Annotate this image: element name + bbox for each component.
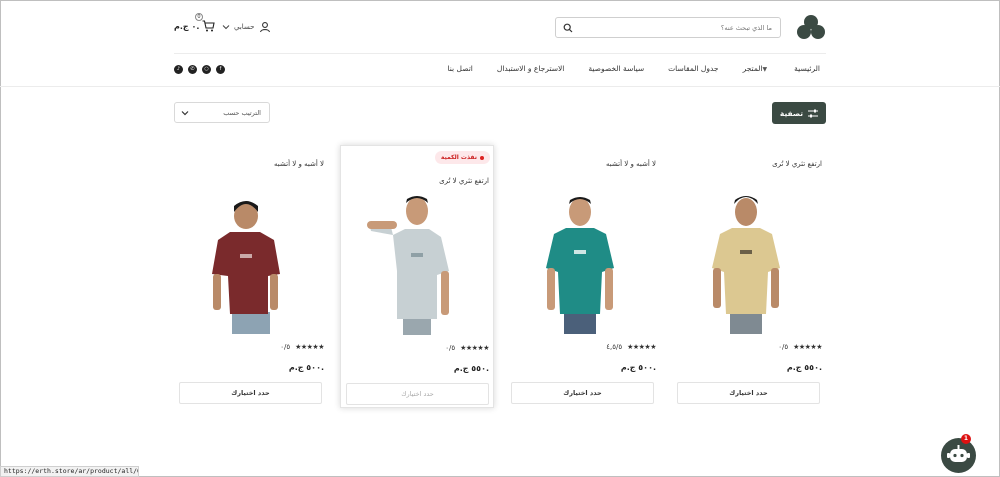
- nav-item-shop-label: المتجر: [742, 64, 763, 73]
- sort-label: الترتيب حسب: [223, 109, 261, 117]
- product-card[interactable]: ارتفع تثري لا تُرى ٠/٥ ★★★★★ ٥٥٠ ج.م. حد…: [672, 145, 826, 408]
- star-rating-icon: ★★★★★: [295, 343, 324, 351]
- product-card[interactable]: لا أشبه و لا أتشبه ٠/٥ ★★★★★ ٥٠٠ ج.م. حد…: [174, 145, 328, 408]
- product-price: ٥٠٠ ج.م.: [620, 363, 656, 372]
- product-rating: ٠/٥ ★★★★★: [778, 343, 822, 351]
- sliders-icon: [808, 109, 819, 117]
- filter-label: تصفية: [779, 108, 804, 118]
- product-image[interactable]: [196, 190, 300, 334]
- product-price: ٥٥٠ ج.م.: [453, 364, 489, 373]
- chevron-down-icon: [181, 111, 189, 116]
- brand-logo[interactable]: [796, 14, 826, 40]
- nav-divider: [0, 86, 1000, 87]
- cart-icon: [202, 20, 216, 32]
- product-title[interactable]: ارتفع تثري لا تُرى: [772, 160, 822, 168]
- social-links: ♪ ✆ ○ f: [174, 65, 225, 74]
- filter-button[interactable]: تصفية: [772, 102, 826, 124]
- product-title[interactable]: لا أشبه و لا أتشبه: [274, 160, 324, 168]
- cart-total: ٠ ج.م.: [174, 21, 200, 31]
- chat-unread-badge: 1: [961, 434, 971, 444]
- tiktok-icon[interactable]: ♪: [174, 65, 183, 74]
- account-menu[interactable]: حسابي: [222, 20, 271, 34]
- select-options-button[interactable]: حدد اختيارك: [677, 382, 820, 404]
- select-options-button[interactable]: حدد اختيارك: [179, 382, 322, 404]
- nav-item-privacy[interactable]: سياسة الخصوصية: [588, 64, 644, 76]
- star-rating-icon: ★★★★★: [460, 344, 489, 352]
- product-rating: ٤,٥/٥ ★★★★★: [606, 343, 656, 351]
- chevron-down-icon: ▼: [762, 66, 768, 73]
- nav-item-shop[interactable]: المتجر▼: [743, 64, 771, 76]
- rating-value: ٤,٥/٥: [606, 343, 623, 351]
- select-options-button[interactable]: حدد اختيارك: [346, 383, 489, 405]
- account-label: حسابي: [234, 23, 255, 31]
- facebook-icon[interactable]: f: [216, 65, 225, 74]
- search-icon[interactable]: [563, 23, 573, 33]
- product-price: ٥٥٠ ج.م.: [786, 363, 822, 372]
- product-image[interactable]: [694, 190, 798, 334]
- sort-select[interactable]: الترتيب حسب: [174, 102, 270, 123]
- nav-item-size-chart[interactable]: جدول المقاسات: [668, 64, 718, 76]
- header-divider: [174, 53, 826, 54]
- product-card-sold-out[interactable]: نفذت الكمية ارتفع تثري لا تُرى ٠/٥ ★★★★★…: [340, 145, 494, 408]
- instagram-icon[interactable]: ○: [202, 65, 211, 74]
- product-rating: ٠/٥ ★★★★★: [280, 343, 324, 351]
- cart-button[interactable]: ٠ ج.م. 0: [174, 13, 216, 35]
- product-image[interactable]: [363, 191, 467, 335]
- star-rating-icon: ★★★★★: [627, 343, 656, 351]
- product-rating: ٠/٥ ★★★★★: [445, 344, 489, 352]
- whatsapp-icon[interactable]: ✆: [188, 65, 197, 74]
- rating-value: ٠/٥: [445, 344, 456, 352]
- product-image[interactable]: [528, 190, 632, 334]
- user-icon: [259, 22, 270, 33]
- product-price: ٥٠٠ ج.م.: [288, 363, 324, 372]
- sold-out-badge: نفذت الكمية: [434, 151, 490, 164]
- chevron-down-icon: [222, 25, 230, 30]
- cart-count-badge: 0: [195, 13, 203, 21]
- nav-item-contact[interactable]: اتصل بنا: [448, 64, 473, 76]
- main-nav: الرئيسية المتجر▼ جدول المقاسات سياسة الخ…: [448, 64, 821, 76]
- rating-value: ٠/٥: [778, 343, 789, 351]
- product-title[interactable]: ارتفع تثري لا تُرى: [439, 177, 489, 185]
- link-status-url: https://erth.store/ar/product/all/0021: [0, 466, 139, 477]
- product-card[interactable]: لا أشبه و لا أتشبه ٤,٥/٥ ★★★★★ ٥٠٠ ج.م. …: [506, 145, 660, 408]
- search-box[interactable]: [555, 17, 781, 38]
- star-rating-icon: ★★★★★: [793, 343, 822, 351]
- status-dot-icon: [480, 155, 484, 160]
- nav-item-home[interactable]: الرئيسية: [794, 64, 820, 76]
- product-title[interactable]: لا أشبه و لا أتشبه: [606, 160, 656, 168]
- nav-item-returns[interactable]: الاسترجاع و الاستبدال: [497, 64, 564, 76]
- search-input[interactable]: [592, 21, 772, 35]
- chatbot-button[interactable]: [941, 438, 976, 473]
- robot-icon: [947, 445, 970, 462]
- sold-out-label: نفذت الكمية: [440, 154, 477, 161]
- rating-value: ٠/٥: [280, 343, 291, 351]
- select-options-button[interactable]: حدد اختيارك: [511, 382, 654, 404]
